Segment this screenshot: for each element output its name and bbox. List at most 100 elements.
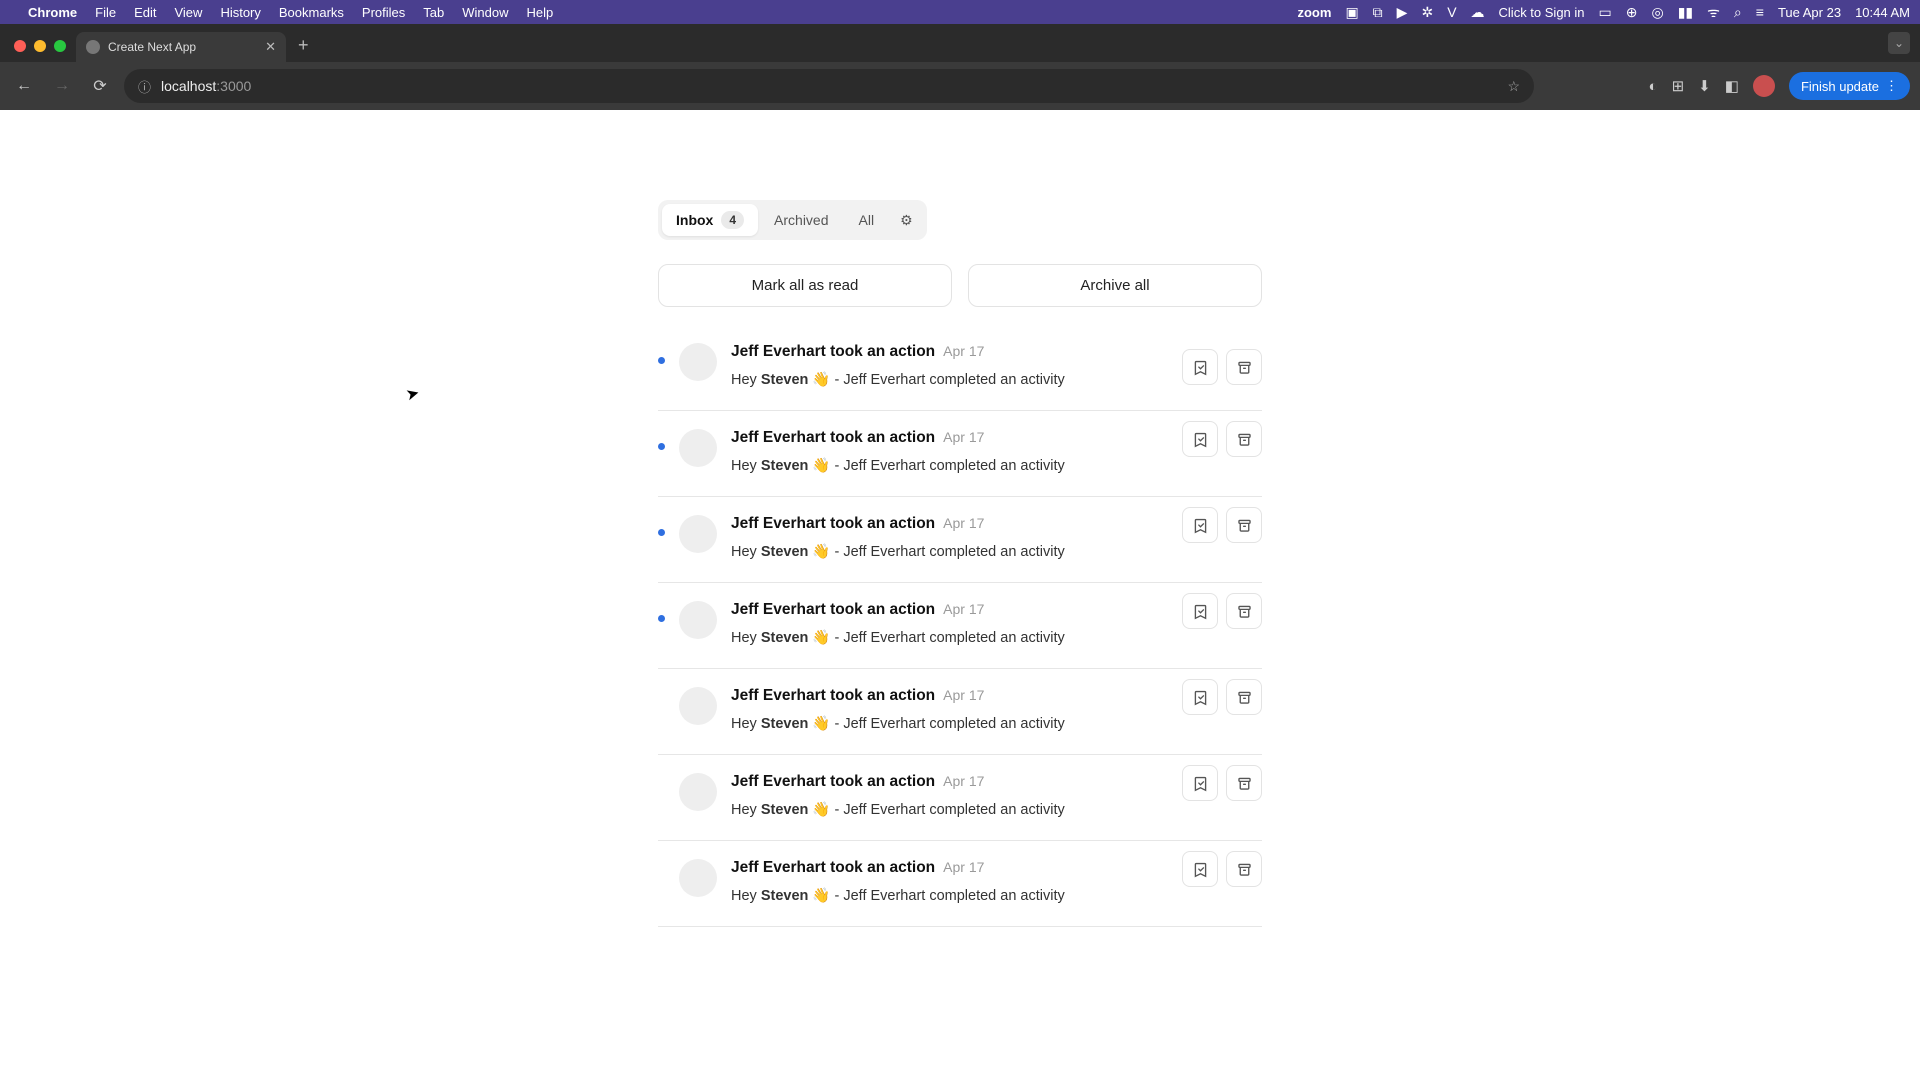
tab-inbox[interactable]: Inbox 4 [662,204,758,236]
menubar-time[interactable]: 10:44 AM [1855,5,1910,20]
bookmark-check-icon [1192,689,1209,706]
globe-icon[interactable]: ⊕ [1626,4,1638,21]
tab-favicon-icon [86,40,100,54]
extensions-puzzle-icon[interactable]: ⊞ [1672,77,1685,95]
reload-button[interactable]: ⟳ [86,76,114,96]
mark-read-button[interactable] [1182,679,1218,715]
menubar-item[interactable]: Tab [423,5,444,20]
close-window-button[interactable] [14,40,26,52]
close-tab-icon[interactable]: ✕ [265,39,276,55]
unread-dot-icon [658,529,665,536]
menubar-item[interactable]: View [174,5,202,20]
minimize-window-button[interactable] [34,40,46,52]
unread-dot-icon [658,615,665,622]
v-icon[interactable]: V [1447,4,1456,20]
fan-icon[interactable]: ✲ [1421,4,1433,21]
notification-item[interactable]: Jeff Everhart took an actionApr 17Hey St… [658,841,1262,927]
menubar-item[interactable]: Window [462,5,508,20]
sidepanel-icon[interactable]: ◧ [1725,77,1739,95]
notification-description: Hey Steven 👋 - Jeff Everhart completed a… [731,715,1262,732]
signin-label[interactable]: Click to Sign in [1499,5,1585,20]
mark-all-read-label: Mark all as read [752,277,859,294]
zoom-menubar-label[interactable]: zoom [1297,5,1331,20]
new-tab-button[interactable]: + [286,35,321,62]
search-icon[interactable]: ⌕ [1734,4,1742,21]
mark-read-button[interactable] [1182,507,1218,543]
mark-read-button[interactable] [1182,421,1218,457]
avatar [679,687,717,725]
notification-date: Apr 17 [943,343,984,359]
record-icon[interactable]: ◎ [1651,4,1663,21]
archive-icon [1236,775,1253,792]
archive-all-button[interactable]: Archive all [968,264,1262,307]
profile-avatar-icon[interactable] [1753,75,1775,97]
battery-icon[interactable]: ▮▮ [1678,4,1693,21]
settings-button[interactable]: ⚙ [890,205,923,236]
inbox-count-badge: 4 [721,211,744,229]
page-viewport: ➤ Inbox 4 Archived All ⚙ Mar [0,110,1920,1080]
mouse-cursor-icon: ➤ [404,383,422,406]
archive-button[interactable] [1226,349,1262,385]
mark-all-read-button[interactable]: Mark all as read [658,264,952,307]
mark-read-button[interactable] [1182,349,1218,385]
tab-inbox-label: Inbox [676,212,713,228]
archive-button[interactable] [1226,593,1262,629]
window-controls [14,40,66,52]
back-button[interactable]: ← [10,77,38,95]
archive-icon [1236,689,1253,706]
mark-read-button[interactable] [1182,593,1218,629]
archive-button[interactable] [1226,679,1262,715]
chrome-toolbar: ← → ⟳ ⓘ localhost:3000 ☆ ◐ ⊞ ⬇ ◧ Finish … [0,62,1920,110]
wifi-icon[interactable]: ᯤ [1707,3,1720,22]
notification-item[interactable]: Jeff Everhart took an actionApr 17Hey St… [658,497,1262,583]
archive-icon [1236,517,1253,534]
avatar [679,601,717,639]
site-info-icon[interactable]: ⓘ [138,77,151,96]
notification-item[interactable]: Jeff Everhart took an actionApr 17Hey St… [658,339,1262,411]
menubar-item[interactable]: File [95,5,116,20]
archive-button[interactable] [1226,421,1262,457]
notification-item[interactable]: Jeff Everhart took an actionApr 17Hey St… [658,669,1262,755]
control-center-icon[interactable]: ≡ [1756,4,1764,20]
address-bar[interactable]: ⓘ localhost:3000 ☆ [124,69,1534,103]
menubar-item[interactable]: Edit [134,5,156,20]
archive-icon [1236,431,1253,448]
unread-dot-icon [658,357,665,364]
camera-icon[interactable]: ⧉ [1373,4,1383,21]
downloads-icon[interactable]: ⬇ [1698,77,1711,95]
finish-update-button[interactable]: Finish update ⋮ [1789,72,1910,100]
browser-tab[interactable]: Create Next App ✕ [76,32,286,62]
video-icon[interactable]: ▶ [1397,4,1408,21]
extension-icon[interactable]: ◐ [1649,78,1658,95]
tab-archived-label: Archived [774,212,828,228]
bookmark-check-icon [1192,603,1209,620]
notification-description: Hey Steven 👋 - Jeff Everhart completed a… [731,543,1262,560]
notification-description: Hey Steven 👋 - Jeff Everhart completed a… [731,457,1262,474]
menubar-date[interactable]: Tue Apr 23 [1778,5,1841,20]
mark-read-button[interactable] [1182,851,1218,887]
tab-archived[interactable]: Archived [760,205,842,235]
menubar-app-name[interactable]: Chrome [28,5,77,20]
tab-all-label: All [859,212,875,228]
maximize-window-button[interactable] [54,40,66,52]
notification-item[interactable]: Jeff Everhart took an actionApr 17Hey St… [658,755,1262,841]
tab-all[interactable]: All [845,205,889,235]
notification-item[interactable]: Jeff Everhart took an actionApr 17Hey St… [658,583,1262,669]
archive-button[interactable] [1226,507,1262,543]
notification-item[interactable]: Jeff Everhart took an actionApr 17Hey St… [658,411,1262,497]
forward-button[interactable]: → [48,77,76,95]
archive-button[interactable] [1226,851,1262,887]
screen-share-icon[interactable]: ▣ [1345,4,1358,21]
mark-read-button[interactable] [1182,765,1218,801]
archive-button[interactable] [1226,765,1262,801]
display-icon[interactable]: ▭ [1599,4,1612,21]
bookmark-check-icon [1192,861,1209,878]
menubar-item[interactable]: Profiles [362,5,405,20]
signin-icon[interactable]: ☁ [1471,4,1485,21]
menubar-item[interactable]: History [220,5,260,20]
menubar-item[interactable]: Help [527,5,554,20]
menubar-item[interactable]: Bookmarks [279,5,344,20]
tabs-dropdown-button[interactable]: ⌄ [1888,32,1910,54]
bookmark-star-icon[interactable]: ☆ [1507,78,1520,95]
macos-menubar: Chrome File Edit View History Bookmarks … [0,0,1920,24]
